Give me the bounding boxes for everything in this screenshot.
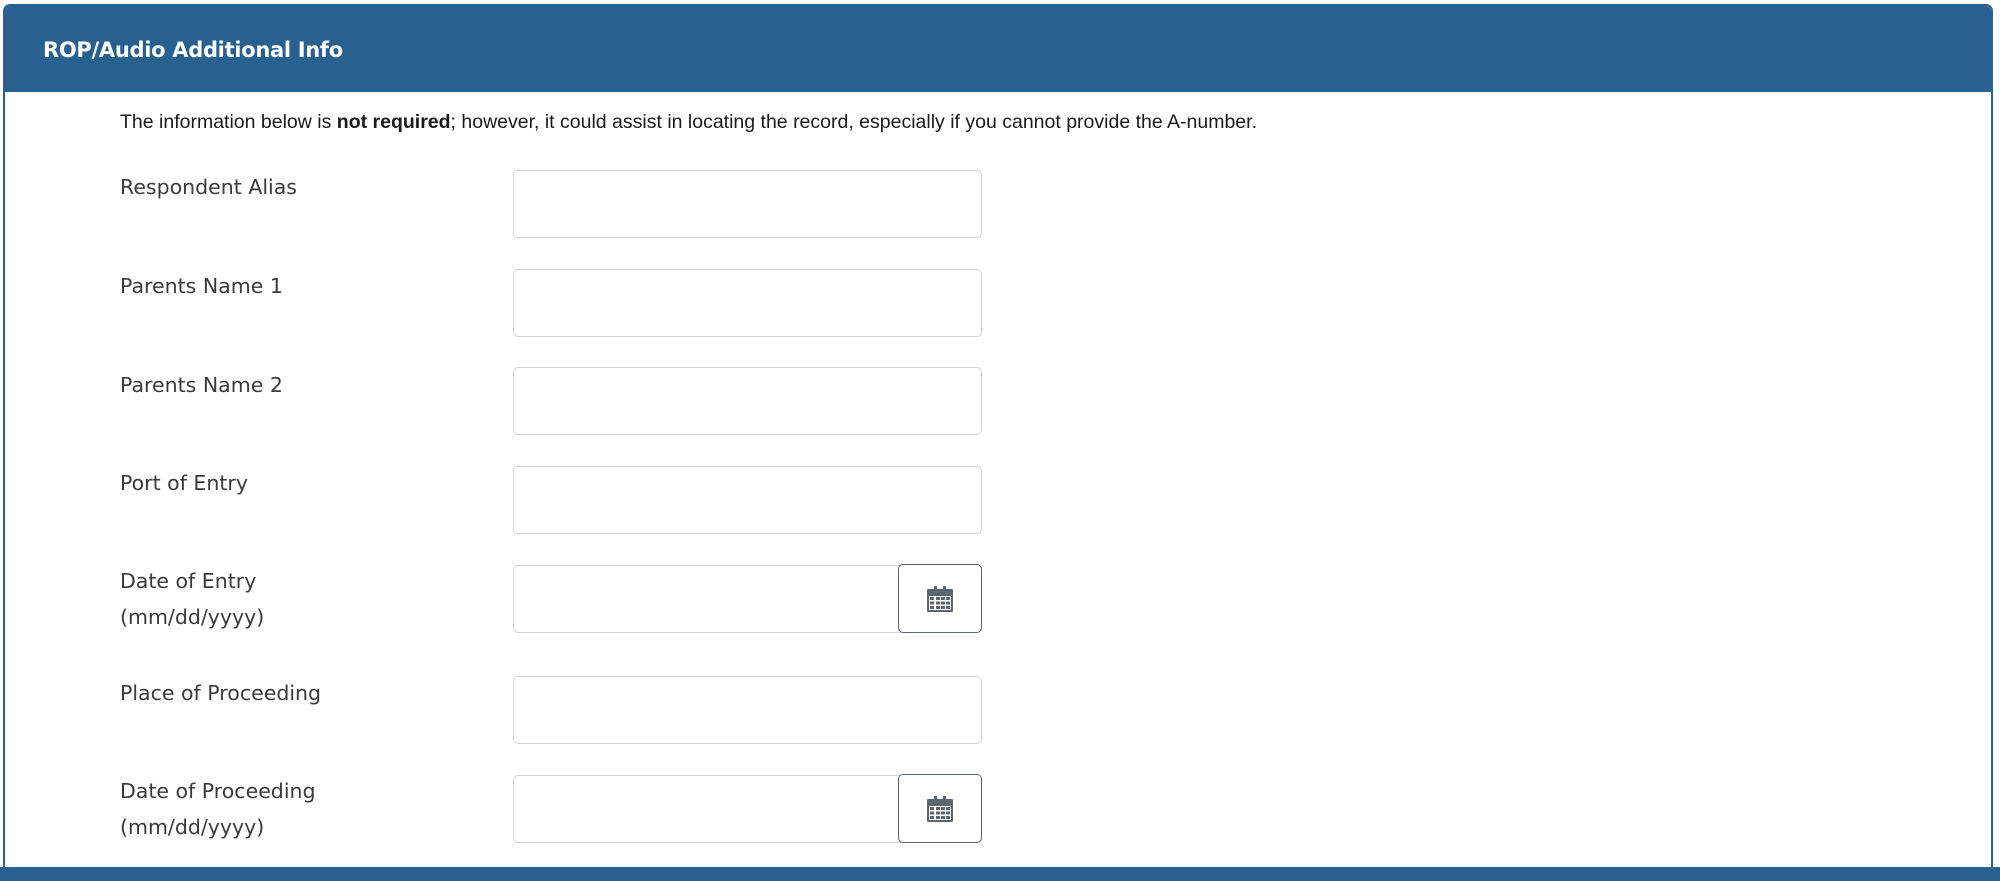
date-of-proceeding-format-hint: (mm/dd/yyyy) bbox=[120, 815, 265, 839]
panel-title: ROP/Audio Additional Info bbox=[43, 38, 343, 62]
date-of-entry-format-hint: (mm/dd/yyyy) bbox=[120, 605, 265, 629]
intro-suffix: ; however, it could assist in locating t… bbox=[450, 111, 1257, 133]
calendar-icon bbox=[927, 585, 953, 612]
parents-name-2-label-text: Parents Name 2 bbox=[120, 373, 283, 397]
parents-name-1-label: Parents Name 1 bbox=[120, 268, 283, 304]
date-of-entry-input[interactable] bbox=[513, 565, 901, 633]
panel-bottom-bar bbox=[0, 867, 2000, 881]
intro-bold: not required bbox=[336, 111, 451, 133]
parents-name-1-input[interactable] bbox=[513, 269, 982, 337]
parents-name-2-input[interactable] bbox=[513, 367, 982, 435]
date-of-entry-label: Date of Entry (mm/dd/yyyy) bbox=[120, 563, 264, 635]
calendar-icon bbox=[927, 795, 953, 822]
date-of-proceeding-label: Date of Proceeding (mm/dd/yyyy) bbox=[120, 773, 316, 845]
port-of-entry-label-text: Port of Entry bbox=[120, 471, 248, 495]
place-of-proceeding-label: Place of Proceeding bbox=[120, 675, 321, 711]
parents-name-1-label-text: Parents Name 1 bbox=[120, 274, 283, 298]
intro-text: The information below is not required; h… bbox=[120, 111, 1257, 134]
date-of-proceeding-input[interactable] bbox=[513, 775, 901, 843]
date-of-entry-label-text: Date of Entry bbox=[120, 569, 257, 593]
date-of-entry-calendar-button[interactable] bbox=[898, 564, 982, 633]
respondent-alias-input[interactable] bbox=[513, 170, 982, 238]
respondent-alias-label-text: Respondent Alias bbox=[120, 175, 297, 199]
panel-header: ROP/Audio Additional Info bbox=[5, 6, 1991, 92]
port-of-entry-label: Port of Entry bbox=[120, 465, 248, 501]
parents-name-2-label: Parents Name 2 bbox=[120, 367, 283, 403]
intro-prefix: The information below is bbox=[120, 111, 337, 133]
rop-audio-additional-info-panel: ROP/Audio Additional Info bbox=[3, 4, 1993, 881]
place-of-proceeding-input[interactable] bbox=[513, 676, 982, 744]
place-of-proceeding-label-text: Place of Proceeding bbox=[120, 681, 322, 705]
port-of-entry-input[interactable] bbox=[513, 466, 982, 534]
date-of-proceeding-label-text: Date of Proceeding bbox=[120, 779, 316, 803]
date-of-proceeding-calendar-button[interactable] bbox=[898, 774, 982, 843]
respondent-alias-label: Respondent Alias bbox=[120, 169, 297, 205]
